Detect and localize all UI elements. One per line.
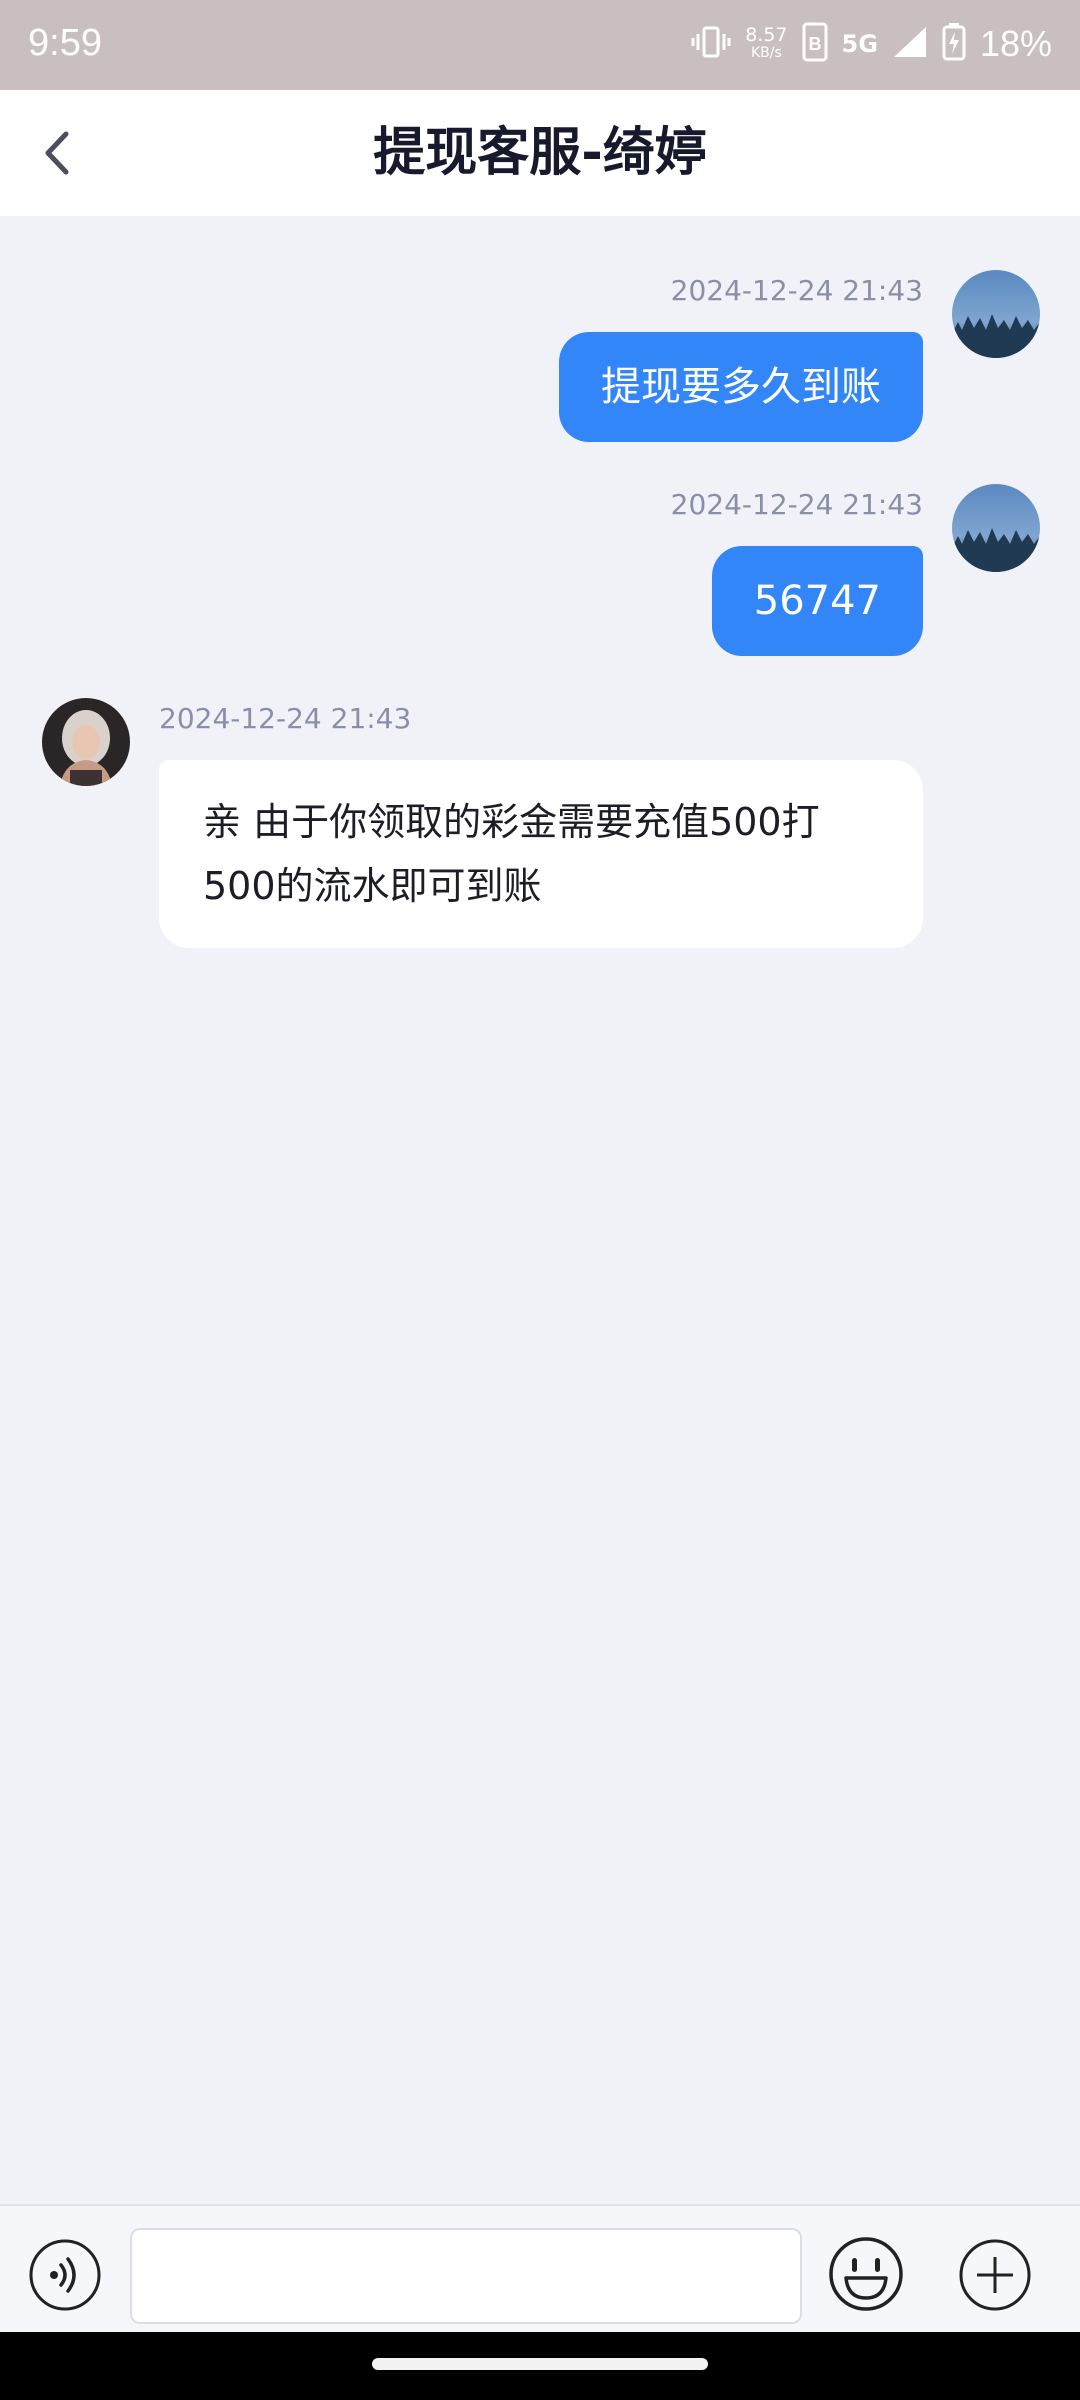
chevron-left-icon bbox=[45, 131, 69, 175]
page-title: 提现客服-绮婷 bbox=[373, 123, 707, 183]
status-time: 9:59 bbox=[28, 22, 102, 64]
message-bubble[interactable]: 亲 由于你领取的彩金需要充值500打500的流水即可到账 bbox=[159, 760, 923, 948]
message-timestamp: 2024-12-24 21:43 bbox=[159, 702, 412, 735]
message-bubble[interactable]: 提现要多久到账 bbox=[559, 332, 923, 442]
message-bubble[interactable]: 56747 bbox=[711, 546, 923, 656]
network-type: 5G bbox=[841, 30, 878, 58]
plus-icon bbox=[959, 2239, 1031, 2311]
message-timestamp: 2024-12-24 21:43 bbox=[670, 274, 923, 307]
net-speed-unit: KB/s bbox=[750, 45, 782, 61]
agent-avatar[interactable] bbox=[42, 698, 130, 786]
emoji-button[interactable] bbox=[828, 2236, 904, 2312]
back-button[interactable] bbox=[28, 123, 88, 183]
user-avatar[interactable] bbox=[952, 270, 1040, 358]
system-nav-bar bbox=[0, 2332, 1080, 2400]
user-avatar[interactable] bbox=[952, 484, 1040, 572]
input-bar bbox=[0, 2204, 1080, 2334]
home-indicator[interactable] bbox=[372, 2358, 708, 2370]
svg-text:B: B bbox=[808, 34, 821, 54]
status-icons: 8.57 KB/s B 5G 18% bbox=[691, 18, 1052, 70]
message-timestamp: 2024-12-24 21:43 bbox=[670, 488, 923, 521]
voice-button[interactable] bbox=[28, 2238, 102, 2312]
vibrate-icon bbox=[691, 25, 731, 63]
net-speed-value: 8.57 bbox=[745, 24, 788, 46]
signal-icon bbox=[892, 25, 928, 63]
chat-header: 提现客服-绮婷 bbox=[0, 90, 1080, 216]
more-button[interactable] bbox=[958, 2238, 1032, 2312]
battery-charging-icon bbox=[942, 23, 966, 65]
battery-percent: 18% bbox=[979, 23, 1052, 64]
message-input[interactable] bbox=[130, 2228, 802, 2324]
emoji-icon bbox=[829, 2237, 903, 2311]
voice-icon bbox=[29, 2239, 101, 2311]
status-bar: 9:59 8.57 KB/s B 5G 18% bbox=[0, 0, 1080, 90]
net-speed: 8.57 KB/s bbox=[745, 26, 787, 62]
sim-icon: B bbox=[802, 22, 828, 66]
